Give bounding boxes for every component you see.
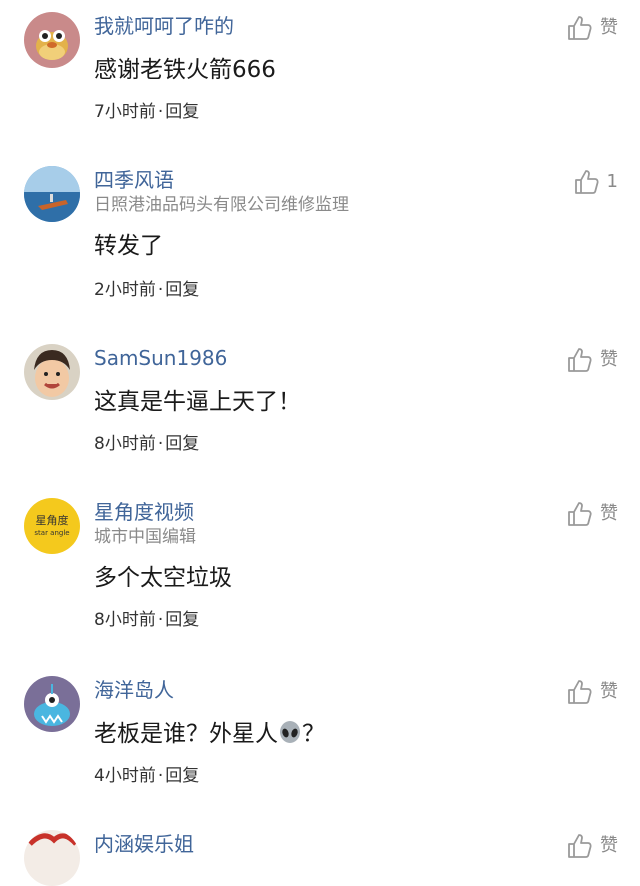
comment-text: 多个太空垃圾 xyxy=(94,565,232,591)
timestamp: 8小时前 xyxy=(94,610,156,630)
like-count: 1 xyxy=(606,171,618,192)
comment-meta: 8小时前 · 回复 xyxy=(94,432,199,456)
thumbs-up-icon xyxy=(568,16,592,40)
comment-text-main: 老板是谁？外星人 xyxy=(94,721,278,747)
thumbs-up-icon xyxy=(574,170,599,194)
separator: · xyxy=(157,102,164,122)
username[interactable]: 内涵娱乐姐 xyxy=(94,830,194,858)
like-label: 赞 xyxy=(600,17,618,38)
thumbs-up-icon xyxy=(568,502,592,526)
comment-text: 转发了 xyxy=(94,233,163,259)
comment-text: 老板是谁？外星人 ？ xyxy=(94,718,325,750)
reply-link[interactable]: 回复 xyxy=(165,766,199,786)
username[interactable]: 海洋岛人 xyxy=(94,676,174,704)
separator: · xyxy=(157,766,164,786)
like-button[interactable]: 赞 xyxy=(566,832,618,860)
like-label: 赞 xyxy=(600,681,618,702)
logo-text: 星角度 xyxy=(35,514,69,527)
comment-meta: 2小时前 · 回复 xyxy=(94,278,199,302)
comment-text-suffix: ？ xyxy=(302,721,325,747)
username[interactable]: SamSun1986 xyxy=(94,344,227,372)
separator: · xyxy=(157,610,164,630)
reply-link[interactable]: 回复 xyxy=(165,280,199,300)
reply-link[interactable]: 回复 xyxy=(165,434,199,454)
username[interactable]: 四季风语 xyxy=(94,166,174,194)
cartoon-bird-avatar[interactable] xyxy=(24,12,80,68)
like-button[interactable]: 赞 xyxy=(566,14,618,42)
timestamp: 4小时前 xyxy=(94,766,156,786)
username[interactable]: 星角度视频 xyxy=(94,498,194,526)
like-button[interactable]: 赞 xyxy=(566,346,618,374)
child-photo-avatar[interactable] xyxy=(24,344,80,400)
reply-link[interactable]: 回复 xyxy=(165,102,199,122)
user-subtitle: 日照港油品码头有限公司维修监理 xyxy=(94,195,349,215)
like-label: 赞 xyxy=(600,835,618,856)
thumbs-up-icon xyxy=(568,834,592,858)
timestamp: 8小时前 xyxy=(94,434,156,454)
timestamp: 2小时前 xyxy=(94,280,156,300)
thumbs-up-icon xyxy=(568,680,592,704)
like-button[interactable]: 赞 xyxy=(566,500,618,528)
blue-monster-avatar[interactable] xyxy=(24,676,80,732)
timestamp: 7小时前 xyxy=(94,102,156,122)
reply-link[interactable]: 回复 xyxy=(165,610,199,630)
logo-subtext: star angle xyxy=(34,529,70,537)
user-subtitle: 城市中国编辑 xyxy=(94,527,196,547)
comment-meta: 7小时前 · 回复 xyxy=(94,100,199,124)
comment-text: 这真是牛逼上天了！ xyxy=(94,389,301,415)
separator: · xyxy=(157,434,164,454)
sea-boat-avatar[interactable] xyxy=(24,166,80,222)
username[interactable]: 我就呵呵了咋的 xyxy=(94,12,234,40)
comment-meta: 8小时前 · 回复 xyxy=(94,608,199,632)
comment-text: 感谢老铁火箭666 xyxy=(94,57,276,83)
star-angle-logo-avatar[interactable]: 星角度 star angle xyxy=(24,498,80,554)
separator: · xyxy=(157,280,164,300)
thumbs-up-icon xyxy=(568,348,592,372)
red-cartoon-avatar[interactable] xyxy=(24,830,80,886)
alien-emoji-icon xyxy=(280,721,300,743)
like-label: 赞 xyxy=(600,349,618,370)
like-button[interactable]: 1 xyxy=(573,168,618,196)
comment-meta: 4小时前 · 回复 xyxy=(94,764,199,788)
like-button[interactable]: 赞 xyxy=(566,678,618,706)
like-label: 赞 xyxy=(600,503,618,524)
